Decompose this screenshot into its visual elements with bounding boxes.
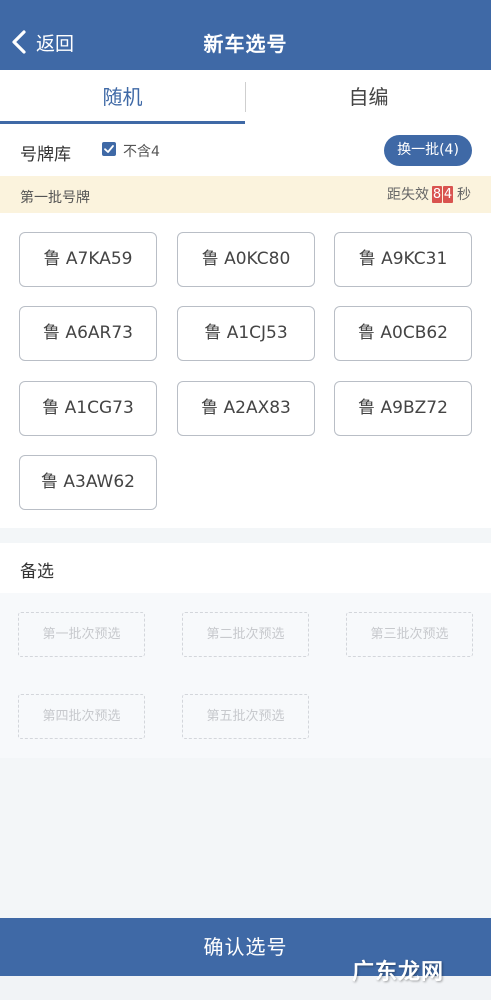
- plate-library-label: 号牌库: [20, 145, 71, 165]
- countdown-unit: 秒: [457, 187, 471, 203]
- tab-bar: 随机 自编: [0, 70, 491, 126]
- countdown-digit: 4: [443, 185, 453, 203]
- preselect-slot[interactable]: 第三批次预选: [346, 612, 473, 657]
- plate-option[interactable]: 鲁 A0KC80: [177, 232, 315, 287]
- top-nav-bar: 返回 新车选号: [0, 0, 491, 70]
- preselect-slot[interactable]: 第五批次预选: [182, 694, 309, 739]
- countdown-digit: 8: [432, 185, 442, 203]
- plate-option[interactable]: 鲁 A0CB62: [334, 306, 472, 361]
- page-title: 新车选号: [203, 32, 288, 56]
- alternatives-header: 备选: [0, 543, 491, 593]
- exclude-four-label[interactable]: 不含4: [123, 141, 160, 161]
- plate-option[interactable]: 鲁 A1CG73: [19, 381, 157, 436]
- checkmark-icon: [104, 145, 114, 153]
- plate-option[interactable]: 鲁 A2AX83: [177, 381, 315, 436]
- plate-option[interactable]: 鲁 A6AR73: [19, 306, 157, 361]
- plate-option[interactable]: 鲁 A1CJ53: [177, 306, 315, 361]
- tab-random[interactable]: 随机: [0, 70, 245, 126]
- preselect-slot[interactable]: 第一批次预选: [18, 612, 145, 657]
- plate-option[interactable]: 鲁 A3AW62: [19, 455, 157, 510]
- active-tab-indicator: [0, 121, 245, 124]
- plate-option[interactable]: 鲁 A9BZ72: [334, 381, 472, 436]
- countdown: 距失效 8 4 秒: [387, 184, 471, 204]
- countdown-prefix: 距失效: [387, 187, 429, 203]
- watermark: 广东龙网: [352, 960, 445, 985]
- refresh-batch-button[interactable]: 换一批(4): [384, 135, 472, 166]
- plate-option[interactable]: 鲁 A7KA59: [19, 232, 157, 287]
- alternatives-title: 备选: [20, 562, 54, 582]
- exclude-four-checkbox[interactable]: [102, 142, 116, 156]
- preselect-slot[interactable]: 第二批次预选: [182, 612, 309, 657]
- preselect-slot[interactable]: 第四批次预选: [18, 694, 145, 739]
- plate-option[interactable]: 鲁 A9KC31: [334, 232, 472, 287]
- batch-label: 第一批号牌: [20, 190, 90, 206]
- batch-info-bar: 第一批号牌 距失效 8 4 秒: [0, 176, 491, 213]
- tab-custom[interactable]: 自编: [246, 70, 491, 126]
